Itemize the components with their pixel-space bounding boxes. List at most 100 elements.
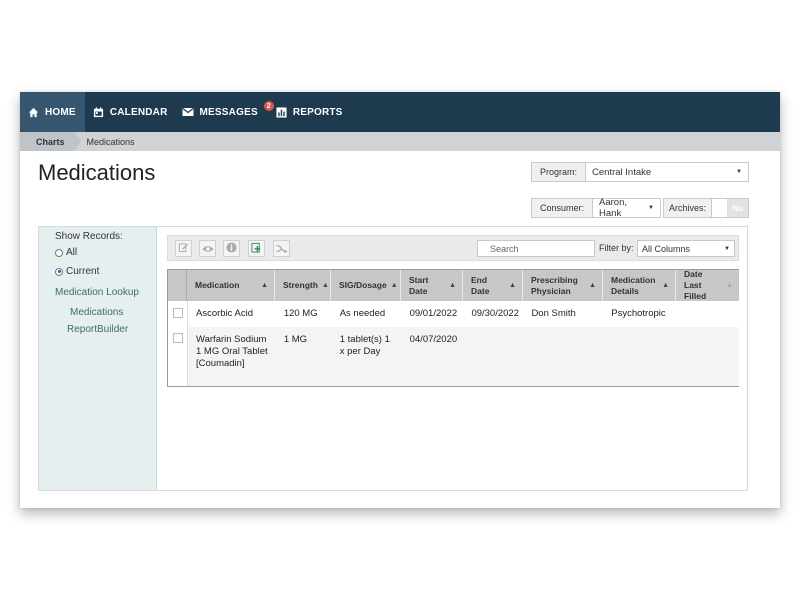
eye-icon: [202, 240, 214, 258]
cell-prescribing-physician: Don Smith: [531, 308, 576, 319]
medications-grid: Medication ▲ Strength ▲ SIG/Dosage ▲ Start …: [167, 269, 739, 387]
toggle-knob: [712, 199, 729, 217]
column-header-label: Date Last Filled: [684, 269, 707, 301]
sort-icon: ▲: [726, 282, 733, 289]
filter-value: All Columns: [642, 243, 691, 254]
cell-date-last-filled: [676, 327, 739, 386]
row-selector-column: [168, 270, 187, 386]
archives-value: No: [728, 199, 749, 217]
radio-all[interactable]: All: [55, 247, 77, 258]
column-header-label: Strength: [283, 280, 318, 290]
sort-icon: ▲: [321, 282, 329, 289]
column-header-label: End Date: [471, 274, 490, 296]
sidebar-link-reportbuilder[interactable]: ReportBuilder: [67, 324, 128, 335]
consumer-select[interactable]: Aaron, Hank ▼: [593, 197, 660, 219]
cell-start-date: 09/01/2022: [409, 308, 458, 319]
info-button[interactable]: [223, 240, 240, 257]
nav-home-label: HOME: [45, 106, 76, 118]
column-header-start-date[interactable]: Start Date ▲: [401, 270, 463, 301]
column-header-prescribing-physician[interactable]: Prescribing Physician ▲: [523, 270, 603, 301]
consumer-value: Aaron, Hank: [599, 197, 628, 219]
column-header-label: SIG/Dosage: [339, 280, 387, 290]
chevron-down-icon: ▼: [648, 205, 654, 211]
top-nav: HOME CALENDAR MESSAGES 2 REPORTS: [20, 92, 780, 132]
nav-reports[interactable]: REPORTS: [272, 92, 351, 132]
app-window: HOME CALENDAR MESSAGES 2 REPORTS Charts …: [20, 92, 780, 508]
column-header-label: Start Date: [409, 274, 429, 296]
nav-home[interactable]: HOME: [20, 92, 85, 132]
main-panel: Show Records: All Current Medication Loo…: [38, 226, 748, 491]
consumer-select-group: Consumer: Aaron, Hank ▼: [531, 197, 661, 219]
bar-chart-icon: [276, 106, 287, 118]
breadcrumb-charts[interactable]: Charts: [20, 132, 80, 151]
row-checkbox[interactable]: [173, 308, 183, 318]
sort-icon: ▲: [261, 282, 268, 289]
radio-all-label: All: [66, 247, 78, 258]
row-checkbox[interactable]: [173, 333, 183, 343]
column-header-strength[interactable]: Strength ▲: [275, 270, 331, 301]
archives-label: Archives:: [664, 199, 713, 217]
cell-start-date: 04/07/2020: [409, 334, 458, 345]
edit-icon: [178, 240, 189, 258]
nav-messages-label: MESSAGES: [199, 106, 258, 118]
program-select[interactable]: Central Intake ▼: [586, 163, 748, 181]
chevron-down-icon: ▼: [736, 169, 742, 175]
nav-calendar[interactable]: CALENDAR: [85, 92, 176, 132]
forward-icon: [275, 240, 288, 258]
table-row[interactable]: Ascorbic Acid 120 MG As needed 09/01/202…: [187, 301, 739, 327]
table-header: Medication ▲ Strength ▲ SIG/Dosage ▲ Start …: [187, 269, 739, 301]
column-header-sig-dosage[interactable]: SIG/Dosage ▲: [331, 270, 401, 301]
radio-button-checked: [55, 267, 63, 276]
cell-date-last-filled: [676, 301, 739, 327]
breadcrumb-medications: Medications: [86, 136, 135, 147]
nav-reports-label: REPORTS: [292, 106, 343, 118]
cell-strength: 1 MG: [283, 334, 308, 345]
sidebar: Show Records: All Current Medication Loo…: [39, 227, 157, 490]
column-header-label: Medication: [195, 280, 240, 290]
radio-current[interactable]: Current: [55, 266, 99, 277]
cell-end-date: 09/30/2022: [471, 308, 519, 319]
cell-strength: 120 MG: [283, 308, 318, 319]
sort-icon: ▲: [589, 282, 596, 289]
cell-medication: Ascorbic Acid: [196, 308, 254, 319]
archives-group: Archives: No: [663, 198, 749, 218]
cell-medication-details: [603, 327, 676, 386]
table-row[interactable]: Warfarin Sodium 1 MG Oral Tablet [Coumad…: [187, 327, 739, 386]
column-header-label: Prescribing Physician: [531, 274, 578, 296]
grid-toolbar: Search Filter by: All Columns ▼: [167, 235, 739, 261]
column-header-end-date[interactable]: End Date ▲: [463, 270, 523, 301]
sort-icon: ▲: [509, 282, 516, 289]
sort-icon: ▲: [449, 282, 456, 289]
filter-select[interactable]: All Columns ▼: [637, 240, 735, 257]
program-label: Program:: [532, 163, 587, 181]
sort-icon: ▲: [390, 282, 398, 289]
column-header-date-last-filled[interactable]: Date Last Filled ▲: [676, 269, 739, 301]
chevron-down-icon: ▼: [724, 245, 730, 252]
column-header-medication-details[interactable]: Medication Details ▲: [603, 270, 676, 301]
sidebar-link-medication-lookup[interactable]: Medication Lookup: [55, 287, 139, 298]
page-title: Medications: [38, 160, 156, 185]
column-header-label: Medication Details: [611, 274, 656, 296]
edit-button[interactable]: [175, 240, 192, 257]
cell-prescribing-physician: [523, 327, 603, 386]
add-button[interactable]: [248, 240, 265, 257]
info-icon: [226, 240, 237, 258]
column-header-medication[interactable]: Medication ▲: [187, 270, 275, 301]
filter-label: Filter by:: [599, 243, 634, 253]
mail-icon: [181, 107, 194, 117]
forward-button[interactable]: [273, 240, 290, 257]
archives-toggle[interactable]: No: [712, 199, 749, 217]
sidebar-link-medications[interactable]: Medications: [70, 307, 123, 318]
view-button[interactable]: [199, 240, 216, 257]
nav-calendar-label: CALENDAR: [109, 106, 168, 118]
add-icon: [251, 240, 262, 258]
sort-icon: ▲: [662, 282, 669, 289]
nav-messages[interactable]: MESSAGES 2: [176, 92, 274, 132]
show-records-label: Show Records:: [55, 231, 123, 242]
home-icon: [28, 107, 39, 118]
cell-medication: Warfarin Sodium 1 MG Oral Tablet [Coumad…: [196, 334, 268, 369]
program-value: Central Intake: [592, 166, 652, 178]
gutter-header: [168, 270, 187, 301]
breadcrumb: Charts Medications: [20, 132, 780, 151]
search-input[interactable]: Search: [477, 240, 595, 257]
